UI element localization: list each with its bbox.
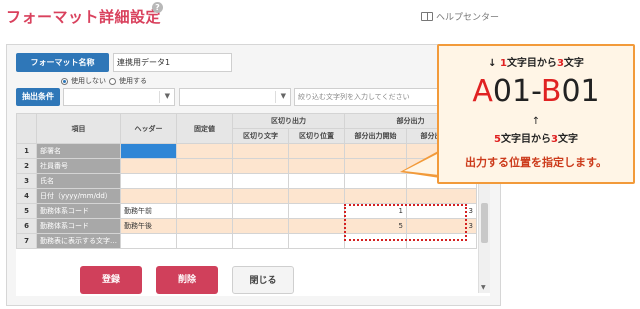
row-item: 氏名 (36, 173, 121, 189)
row-partial-start-cell[interactable] (344, 188, 407, 204)
chevron-down-icon: ▼ (164, 92, 170, 100)
row-fixed-cell[interactable] (176, 188, 233, 204)
book-icon (420, 12, 433, 21)
header-item: 項目 (36, 113, 121, 144)
radio-unused-label: 使用しない (71, 77, 106, 85)
row-fixed-cell[interactable] (176, 233, 233, 249)
row-fixed-cell[interactable] (176, 158, 233, 174)
scrollbar-thumb[interactable] (481, 203, 488, 243)
row-delimit-char-cell[interactable] (232, 158, 289, 174)
callout-line3: 出力する位置を指定します。 (465, 156, 607, 169)
table-row[interactable]: 4 日付（yyyy/mm/dd） (16, 188, 477, 204)
row-item: 社員番号 (36, 158, 121, 174)
radio-used[interactable] (109, 77, 116, 85)
close-button[interactable]: 閉じる (232, 266, 294, 294)
register-button[interactable]: 登録 (80, 266, 142, 294)
row-delimit-pos-cell[interactable] (288, 143, 345, 159)
header-header: ヘッダー (120, 113, 177, 144)
row-delimit-pos-cell[interactable] (288, 203, 345, 219)
explanation-callout: ↓ 1文字目から3文字 A01-B01 ↑ 5文字目から3文字 出力する位置を指… (437, 44, 635, 184)
row-header-cell[interactable] (120, 233, 177, 249)
callout-line2: 5文字目から3文字 (494, 134, 578, 145)
row-number: 1 (16, 143, 37, 159)
row-delimit-pos-cell[interactable] (288, 173, 345, 189)
filter-text-input[interactable]: 絞り込む文字列を入力してください (294, 88, 444, 106)
row-item: 勤務体系コード (36, 218, 121, 234)
row-number: 5 (16, 203, 37, 219)
help-icon[interactable]: ? (152, 2, 163, 13)
row-fixed-cell[interactable] (176, 203, 233, 219)
chevron-down-icon: ▼ (280, 92, 286, 100)
row-item: 勤務表に表示する文字… (36, 233, 121, 249)
row-delimit-char-cell[interactable] (232, 233, 289, 249)
row-partial-start-cell[interactable] (344, 158, 407, 174)
filter-select-1[interactable]: ▼ (63, 88, 175, 106)
row-partial-start-cell[interactable] (344, 173, 407, 189)
row-delimit-pos-cell[interactable] (288, 158, 345, 174)
row-header-cell[interactable]: 勤務午前 (120, 203, 177, 219)
row-number: 3 (16, 173, 37, 189)
format-name-input[interactable]: 連携用データ1 (113, 53, 232, 72)
row-delimit-char-cell[interactable] (232, 143, 289, 159)
row-header-cell[interactable] (120, 158, 177, 174)
callout-line1: ↓ 1文字目から3文字 (488, 58, 584, 69)
header-fixed: 固定値 (176, 113, 233, 144)
row-delimit-char-cell[interactable] (232, 218, 289, 234)
header-partial-start: 部分出力開始 (344, 128, 407, 144)
filter-condition-label: 抽出条件 (16, 88, 60, 106)
filter-radio-group: 使用しない 使用する (61, 76, 147, 86)
row-header-cell[interactable]: 勤務午後 (120, 218, 177, 234)
filter-select-2[interactable]: ▼ (179, 88, 291, 106)
row-delimit-char-cell[interactable] (232, 188, 289, 204)
header-delimit-char: 区切り文字 (232, 128, 289, 144)
row-fixed-cell[interactable] (176, 173, 233, 189)
row-number: 2 (16, 158, 37, 174)
row-fixed-cell[interactable] (176, 218, 233, 234)
row-header-cell[interactable] (120, 188, 177, 204)
title-bar: フォーマット詳細設定 ? ヘルプセンター (0, 0, 505, 36)
row-header-cell[interactable] (120, 143, 177, 159)
callout-code-example: A01-B01 (472, 74, 600, 109)
header-delimit-pos: 区切り位置 (288, 128, 345, 144)
up-arrow-icon: ↑ (531, 116, 541, 127)
delete-button[interactable]: 削除 (156, 266, 218, 294)
row-delimit-pos-cell[interactable] (288, 188, 345, 204)
row-delimit-char-cell[interactable] (232, 203, 289, 219)
row-number: 7 (16, 233, 37, 249)
row-delimit-pos-cell[interactable] (288, 218, 345, 234)
row-item: 日付（yyyy/mm/dd） (36, 188, 121, 204)
help-center-link[interactable]: ヘルプセンター (420, 10, 499, 23)
row-number: 6 (16, 218, 37, 234)
row-item: 勤務体系コード (36, 203, 121, 219)
row-delimit-pos-cell[interactable] (288, 233, 345, 249)
row-delimit-char-cell[interactable] (232, 173, 289, 189)
header-delimit: 区切り出力 (232, 113, 345, 129)
highlight-box (344, 204, 467, 241)
help-center-label: ヘルプセンター (435, 13, 499, 23)
row-number: 4 (16, 188, 37, 204)
header-rownum (16, 113, 37, 144)
row-header-cell[interactable] (120, 173, 177, 189)
format-name-label: フォーマット名称 (16, 53, 109, 72)
radio-unused[interactable] (61, 77, 68, 85)
row-partial-count-cell[interactable] (406, 188, 477, 204)
row-partial-start-cell[interactable] (344, 143, 407, 159)
scroll-down-icon[interactable]: ▼ (481, 284, 486, 291)
radio-used-label: 使用する (119, 77, 147, 85)
page-title: フォーマット詳細設定 (6, 8, 162, 26)
row-fixed-cell[interactable] (176, 143, 233, 159)
row-item: 部署名 (36, 143, 121, 159)
